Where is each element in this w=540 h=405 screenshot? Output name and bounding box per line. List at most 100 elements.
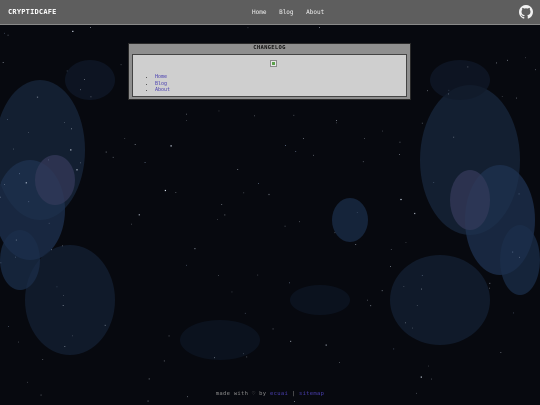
star xyxy=(433,182,435,183)
star xyxy=(231,291,233,293)
nebula-cloud xyxy=(35,155,75,205)
nav-home-link[interactable]: Home xyxy=(252,9,266,16)
star xyxy=(104,324,106,326)
star xyxy=(414,212,416,215)
star xyxy=(467,66,469,68)
nebula-cloud xyxy=(450,170,490,230)
nav-about-link[interactable]: About xyxy=(306,9,324,16)
star xyxy=(2,62,4,63)
star xyxy=(412,327,413,329)
star xyxy=(70,149,72,151)
star xyxy=(246,356,248,358)
star xyxy=(448,93,449,95)
star xyxy=(27,381,28,383)
github-icon[interactable] xyxy=(519,5,533,19)
star xyxy=(13,148,14,150)
star xyxy=(516,97,517,99)
star xyxy=(64,346,66,347)
star xyxy=(66,70,68,72)
star xyxy=(63,295,64,296)
star xyxy=(399,141,401,143)
star xyxy=(319,27,320,28)
star xyxy=(334,232,336,234)
star xyxy=(247,27,249,29)
star xyxy=(525,57,526,59)
changelog-home-link[interactable]: Home xyxy=(155,74,167,80)
broken-image-icon xyxy=(270,60,277,67)
star xyxy=(243,192,245,194)
star xyxy=(243,353,244,355)
star xyxy=(313,154,314,156)
star xyxy=(535,69,536,71)
star xyxy=(124,138,126,139)
star xyxy=(51,249,52,251)
star xyxy=(105,151,107,153)
star xyxy=(62,305,64,306)
star xyxy=(257,274,259,276)
star xyxy=(217,219,218,220)
star xyxy=(303,138,304,139)
star xyxy=(381,290,383,292)
star xyxy=(355,244,357,245)
nebula-cloud xyxy=(290,285,350,315)
author-link[interactable]: ecuai xyxy=(270,391,288,397)
star xyxy=(134,144,136,145)
star xyxy=(84,79,85,80)
star xyxy=(194,248,196,250)
star xyxy=(290,340,292,342)
star xyxy=(168,335,170,337)
star xyxy=(428,365,429,367)
star xyxy=(147,400,149,402)
nebula-cloud xyxy=(500,225,540,295)
star xyxy=(4,32,5,34)
star xyxy=(336,120,337,121)
changelog-title: CHANGELOG xyxy=(253,45,286,51)
star xyxy=(28,201,30,203)
site-logo[interactable]: CRYPTIDCAFE xyxy=(8,8,57,16)
star xyxy=(144,162,146,163)
star xyxy=(218,275,219,276)
star xyxy=(0,196,1,198)
star xyxy=(421,288,422,290)
nebula-cloud xyxy=(332,198,368,242)
star xyxy=(7,119,8,120)
star xyxy=(25,182,27,184)
star xyxy=(496,62,497,64)
star xyxy=(325,344,327,346)
nebula-cloud xyxy=(180,320,260,360)
star xyxy=(120,64,122,66)
nav-blog-link[interactable]: Blog xyxy=(279,9,293,16)
star xyxy=(72,30,74,32)
star xyxy=(519,256,520,258)
star xyxy=(284,225,286,227)
changelog-blog-link[interactable]: Blog xyxy=(155,81,167,87)
star xyxy=(131,223,132,225)
changelog-about-link[interactable]: About xyxy=(155,87,170,93)
star xyxy=(42,359,44,360)
star xyxy=(254,115,255,117)
star xyxy=(289,282,290,284)
nebula-cloud xyxy=(390,255,490,345)
star xyxy=(4,184,5,185)
star xyxy=(80,89,81,91)
sitemap-link[interactable]: sitemap xyxy=(299,391,324,397)
star xyxy=(237,169,239,170)
star xyxy=(163,360,165,362)
changelog-window: CHANGELOG Home Blog About xyxy=(128,43,411,100)
star xyxy=(370,305,372,307)
star xyxy=(336,122,337,124)
star xyxy=(186,120,187,121)
star xyxy=(362,161,364,163)
top-navbar: CRYPTIDCAFE Home Blog About xyxy=(0,0,540,25)
star xyxy=(0,262,2,264)
star xyxy=(518,193,520,195)
star xyxy=(138,214,140,216)
star xyxy=(164,189,166,192)
star xyxy=(186,113,187,115)
star xyxy=(28,132,29,133)
star xyxy=(390,266,391,267)
star xyxy=(80,162,81,164)
changelog-content: Home Blog About xyxy=(132,54,407,97)
star xyxy=(8,326,9,327)
star xyxy=(218,110,220,112)
